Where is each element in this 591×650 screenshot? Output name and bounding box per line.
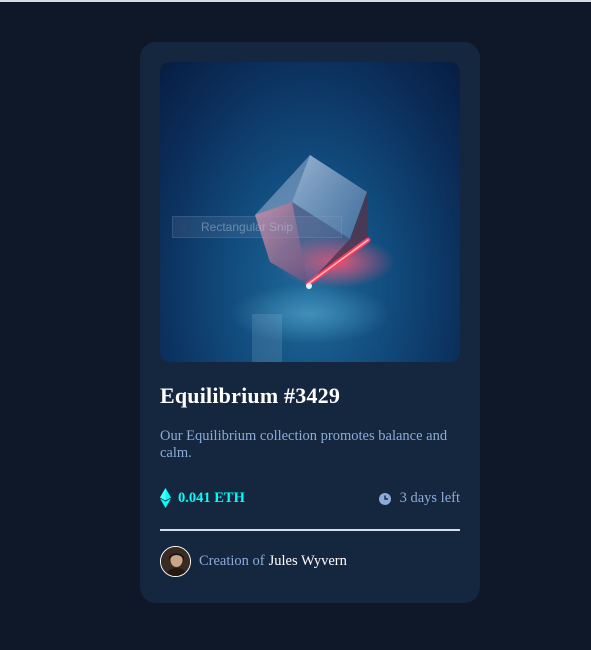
nft-description: Our Equilibrium collection promotes bala… bbox=[160, 428, 448, 461]
time-left-info: 3 days left bbox=[378, 490, 460, 507]
snip-label: Rectangular Snip bbox=[201, 220, 294, 234]
price-value: 0.041 ETH bbox=[178, 489, 245, 506]
snip-icon bbox=[180, 223, 187, 231]
creator-info: Creation of Jules Wyvern bbox=[160, 546, 347, 577]
nft-image[interactable]: Rectangular Snip bbox=[160, 62, 460, 362]
time-left-text: 3 days left bbox=[399, 490, 460, 506]
clock-icon bbox=[378, 492, 391, 505]
divider bbox=[160, 529, 460, 531]
nft-title[interactable]: Equilibrium #3429 bbox=[160, 383, 340, 409]
rectangular-snip-tooltip: Rectangular Snip bbox=[172, 216, 342, 238]
nft-card: Rectangular Snip Equilibrium #3429 Our E… bbox=[140, 42, 480, 603]
creator-name-link[interactable]: Jules Wyvern bbox=[269, 553, 347, 570]
equilibrium-cube-image bbox=[230, 155, 395, 362]
ethereum-icon bbox=[160, 488, 171, 508]
creation-prefix: Creation of bbox=[199, 553, 265, 569]
price-info: 0.041 ETH bbox=[160, 488, 245, 508]
avatar bbox=[160, 546, 191, 577]
